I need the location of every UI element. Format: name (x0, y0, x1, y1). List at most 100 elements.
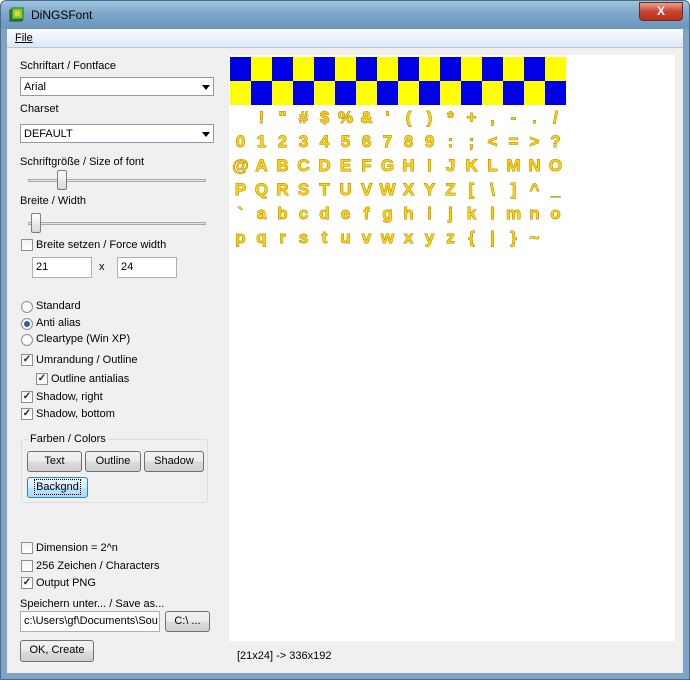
glyph-cell: ) (427, 108, 433, 127)
shadow-bottom-checkbox[interactable]: ✓ (21, 408, 33, 420)
checker-cell (293, 81, 314, 105)
glyph-cell: n (529, 204, 539, 223)
glyph-cell: E (340, 156, 351, 175)
glyph-cell: . (532, 108, 537, 127)
checker-cell (230, 81, 251, 105)
checker-cell (419, 57, 440, 81)
shadow-color-button[interactable]: Shadow (144, 451, 204, 472)
glyph-cell: f (364, 204, 370, 223)
checker-cell (398, 57, 419, 81)
outline-antialias-checkbox[interactable]: ✓ (36, 373, 48, 385)
checker-cell (293, 57, 314, 81)
save-path-input[interactable]: c:\Users\gf\Documents\Sou (20, 611, 160, 632)
font-size-slider-thumb[interactable] (56, 170, 67, 190)
glyph-cell: O (549, 156, 562, 175)
checker-cell (503, 57, 524, 81)
width-input[interactable]: 21 (32, 257, 92, 278)
height-input[interactable]: 24 (117, 257, 177, 278)
glyph-cell: W (379, 180, 396, 199)
width-track[interactable] (28, 222, 206, 225)
glyph-cell: d (319, 204, 329, 223)
browse-button[interactable]: C:\ ... (165, 611, 210, 632)
outline-antialias-label: Outline antialias (51, 373, 130, 385)
glyph-cell: X (403, 180, 415, 199)
width-slider-thumb[interactable] (31, 213, 42, 233)
shadow-right-checkbox[interactable]: ✓ (21, 391, 33, 403)
glyph-cell: * (447, 108, 454, 127)
title-bar[interactable]: DiNGSFont X (1, 1, 689, 29)
glyph-cell: x (404, 228, 414, 247)
font-size-track[interactable] (28, 179, 206, 182)
font-preview: ! " # $% & ' () * +, -. / 0 1 2 3 4 5 6 7 8 9:; < = >? @ A B C D E F G H… (229, 55, 675, 641)
glyph-cell: t (322, 228, 328, 247)
dimension-checkbox[interactable] (21, 542, 33, 554)
outline-checkbox[interactable]: ✓ (21, 354, 33, 366)
glyph-cell: S (298, 180, 309, 199)
radio-anti-alias[interactable] (21, 318, 33, 330)
output-png-checkbox[interactable]: ✓ (21, 577, 33, 589)
glyph-cell: @ (232, 156, 249, 175)
checker-cell (482, 81, 503, 105)
force-width-checkbox[interactable] (21, 239, 33, 251)
glyph-cell: ~ (530, 228, 540, 247)
glyph-cell: v (362, 228, 372, 247)
force-width-label: Breite setzen / Force width (36, 239, 167, 251)
font-size-label: Schriftgröße / Size of font (20, 156, 145, 168)
glyph-cell: : (448, 132, 454, 151)
glyph-cell: 7 (383, 132, 392, 151)
glyph-cell: 8 (404, 132, 413, 151)
glyph-cell: = (509, 132, 519, 151)
window-title: DiNGSFont (31, 8, 93, 22)
glyph-cell: # (299, 108, 309, 127)
glyph-cell: / (553, 108, 558, 127)
glyph-cell: 0 (236, 132, 245, 151)
fontface-select[interactable]: Arial (20, 77, 214, 96)
glyph-cell: [ (469, 180, 475, 199)
menu-file[interactable]: File (15, 32, 33, 44)
glyph-cell: + (467, 108, 477, 127)
charset-select[interactable]: DEFAULT (20, 124, 214, 143)
checker-cell (251, 81, 272, 105)
radio-standard[interactable] (21, 301, 33, 313)
checker-cell (398, 81, 419, 105)
background-color-button-label: Backgnd (34, 479, 81, 495)
glyph-cell: Z (445, 180, 455, 199)
save-as-label: Speichern unter... / Save as... (20, 598, 165, 610)
glyph-cell: B (276, 156, 288, 175)
glyph-cell: R (276, 180, 288, 199)
checker-cell (440, 81, 461, 105)
glyph-cell: \ (490, 180, 495, 199)
glyph-cell: ( (406, 108, 412, 127)
glyph-cell: } (510, 228, 517, 247)
glyph-cell: H (402, 156, 414, 175)
glyph-cell: i (427, 204, 432, 223)
checker-cell (272, 57, 293, 81)
glyph-cell: a (257, 204, 267, 223)
glyph-cell: m (506, 204, 521, 223)
font-preview-canvas: ! " # $% & ' () * +, -. / 0 1 2 3 4 5 6 7 8 9:; < = > ? @ A B C D E F G H… (230, 57, 566, 247)
chars256-checkbox[interactable] (21, 560, 33, 572)
glyph-cell: C (297, 156, 309, 175)
glyph-cell: ' (385, 108, 389, 127)
glyph-cell: ^ (530, 180, 540, 199)
text-color-button[interactable]: Text (27, 451, 82, 472)
glyph-cell: $ (320, 108, 330, 127)
background-color-button[interactable]: Backgnd (27, 477, 88, 498)
outline-color-button[interactable]: Outline (85, 451, 141, 472)
times-symbol: x (99, 261, 105, 273)
colors-group-label: Farben / Colors (28, 433, 108, 445)
glyph-cell: V (361, 180, 373, 199)
glyph-cell: - (511, 108, 517, 127)
glyph-cell: b (277, 204, 287, 223)
checker-cell (524, 57, 545, 81)
checker-cell (503, 81, 524, 105)
checker-cell (440, 57, 461, 81)
create-button[interactable]: OK, Create (20, 640, 94, 662)
glyph-cell: ! (259, 108, 265, 127)
checker-cell (545, 57, 566, 81)
close-button[interactable]: X (639, 2, 683, 21)
client-area: Schriftart / Fontface Arial Charset DEFA… (7, 48, 683, 673)
checker-cell (419, 81, 440, 105)
radio-cleartype[interactable] (21, 334, 33, 346)
glyph-cell: > (530, 132, 540, 151)
